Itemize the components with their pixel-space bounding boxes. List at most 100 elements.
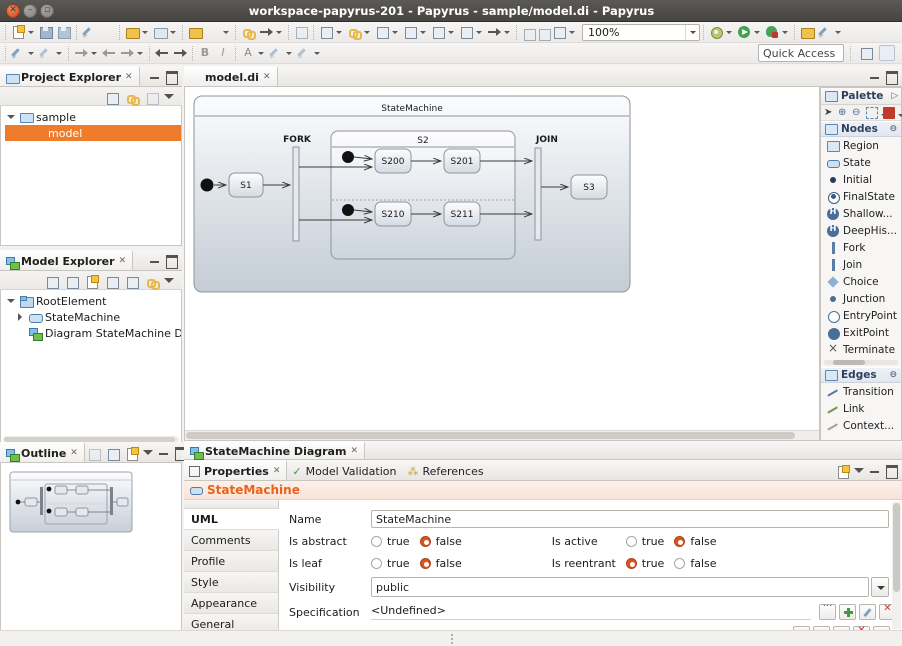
routing-icon[interactable] <box>430 24 446 40</box>
palette-item-exitpoint[interactable]: ExitPoint <box>821 324 901 341</box>
view-menu-button[interactable] <box>853 464 865 476</box>
zoom-level-combo[interactable]: 100% <box>582 23 700 41</box>
palette-item-junction[interactable]: Junction <box>821 290 901 307</box>
palette-item-context[interactable]: Context... <box>821 417 901 434</box>
routing-dropdown-arrow[interactable] <box>447 24 456 40</box>
minimize-view-button[interactable] <box>149 70 161 82</box>
palette-item-link[interactable]: Link <box>821 400 901 417</box>
tree-item-sample[interactable]: sample <box>5 109 181 125</box>
focus-icon[interactable] <box>144 90 159 105</box>
group-icon[interactable] <box>374 24 390 40</box>
palette-item-state[interactable]: State <box>821 154 901 171</box>
scrollbar-thumb[interactable] <box>186 432 795 439</box>
run-icon[interactable] <box>736 24 752 40</box>
is-abstract-radio-group[interactable]: true false <box>371 535 462 548</box>
pin-icon[interactable] <box>817 24 833 40</box>
hierarchy-icon[interactable] <box>105 446 120 461</box>
papyrus-icon-2[interactable] <box>205 24 221 40</box>
save-icon[interactable] <box>38 24 54 40</box>
is-active-true-radio[interactable] <box>625 535 637 547</box>
statemachine-diagram-svg[interactable]: StateMachine S2 FORK JOIN S1 S200 S201 S… <box>185 87 819 427</box>
tab-references[interactable]: ⁂ References <box>402 460 489 480</box>
tab-model-explorer[interactable]: Model Explorer ✕ <box>0 250 134 270</box>
close-icon[interactable]: ✕ <box>119 256 127 266</box>
view-menu-icon[interactable] <box>163 274 175 286</box>
is-reentrant-radio-group[interactable]: true false <box>625 557 717 570</box>
marquee-tool-icon[interactable] <box>866 106 878 119</box>
bold-icon[interactable]: B <box>197 45 213 61</box>
new-diagram-dropdown-arrow[interactable] <box>169 24 178 40</box>
focus-icon[interactable] <box>86 446 101 461</box>
tab-model-validation[interactable]: ✓ Model Validation <box>287 460 402 480</box>
minimize-view-button[interactable] <box>869 464 881 476</box>
fill-color-icon[interactable] <box>38 45 54 61</box>
palette-item-join[interactable]: Join <box>821 256 901 273</box>
palette-group-nodes[interactable]: Nodes ⊖ <box>821 121 901 137</box>
palette-item-finalstate[interactable]: FinalState <box>821 188 901 205</box>
palette-item-fork[interactable]: Fork <box>821 239 901 256</box>
palette-item-deephistory[interactable]: DeepHis... <box>821 222 901 239</box>
new-model-dropdown-arrow[interactable] <box>141 24 150 40</box>
tree-item-rootelement[interactable]: RootElement <box>5 293 181 309</box>
papyrus-perspective-active-icon[interactable] <box>879 45 895 61</box>
line-style-icon[interactable] <box>296 45 312 61</box>
chevron-down-icon[interactable] <box>685 24 699 40</box>
is-active-false-radio[interactable] <box>674 535 686 547</box>
is-leaf-radio-group[interactable]: true false <box>371 557 462 570</box>
outline-thumbnail[interactable] <box>9 471 133 533</box>
side-tab-appearance[interactable]: Appearance <box>184 593 278 614</box>
bucket-dropdown-arrow[interactable] <box>285 45 294 61</box>
new-model-icon[interactable] <box>124 24 140 40</box>
line-style-dropdown-arrow[interactable] <box>313 45 322 61</box>
bucket-icon[interactable] <box>268 45 284 61</box>
tab-statemachine-diagram[interactable]: StateMachine Diagram ✕ <box>184 441 365 460</box>
side-tab-style[interactable]: Style <box>184 572 278 593</box>
browse-button[interactable] <box>819 601 836 620</box>
next-annotation-icon[interactable] <box>172 45 188 61</box>
minimize-window-button[interactable]: – <box>23 3 37 18</box>
papyrus-perspective-icon[interactable] <box>99 24 115 40</box>
side-tab-comments[interactable]: Comments <box>184 530 278 551</box>
canvas-horizontal-scrollbar[interactable] <box>185 430 819 440</box>
side-tab-uml[interactable]: UML <box>184 509 279 530</box>
close-icon[interactable]: ✕ <box>273 466 281 476</box>
width-dropdown-arrow[interactable] <box>503 24 512 40</box>
new-dropdown-arrow[interactable] <box>27 24 36 40</box>
close-icon[interactable]: ✕ <box>125 72 133 82</box>
align-dropdown-arrow[interactable] <box>335 24 344 40</box>
chevron-down-icon[interactable] <box>7 113 16 122</box>
palette-item-entrypoint[interactable]: EntryPoint <box>821 307 901 324</box>
tree-item-statemachine[interactable]: StateMachine <box>5 309 181 325</box>
size-icon[interactable] <box>458 24 474 40</box>
name-input[interactable]: StateMachine <box>371 510 889 528</box>
close-window-button[interactable]: ✕ <box>6 3 20 18</box>
width-icon[interactable] <box>486 24 502 40</box>
palette-item-region[interactable]: Region <box>821 137 901 154</box>
zoom-fit-icon[interactable] <box>551 24 567 40</box>
group-dropdown-arrow[interactable] <box>391 24 400 40</box>
fill-icon[interactable] <box>402 24 418 40</box>
pin-dropdown-arrow[interactable] <box>834 24 843 40</box>
side-tab-scroll-top[interactable] <box>184 500 278 509</box>
tab-properties[interactable]: Properties ✕ <box>184 460 288 480</box>
search-icon[interactable] <box>293 24 309 40</box>
scrollbar-thumb[interactable] <box>832 360 866 365</box>
forward-icon[interactable] <box>119 45 135 61</box>
maximize-view-button[interactable] <box>165 254 178 269</box>
maximize-view-button[interactable] <box>165 70 178 85</box>
sort-icon[interactable] <box>104 274 119 289</box>
maximize-view-button[interactable] <box>885 464 898 479</box>
arrow-right-icon[interactable] <box>258 24 274 40</box>
is-leaf-true-radio[interactable] <box>371 557 382 569</box>
close-icon[interactable]: ✕ <box>70 448 78 458</box>
close-icon[interactable]: ✕ <box>350 446 358 456</box>
diagram-canvas-container[interactable]: StateMachine S2 FORK JOIN S1 S200 S201 S… <box>184 87 820 441</box>
chevron-down-icon[interactable] <box>7 297 16 306</box>
minimize-view-button[interactable] <box>149 254 161 266</box>
edit-icon[interactable] <box>81 24 97 40</box>
collapse-icon[interactable]: ⊖ <box>889 124 897 134</box>
font-color-dropdown-arrow[interactable] <box>27 45 36 61</box>
zoom-out-icon[interactable] <box>536 26 551 41</box>
palette-item-initial[interactable]: Initial <box>821 171 901 188</box>
external-tools-icon[interactable] <box>708 24 724 40</box>
